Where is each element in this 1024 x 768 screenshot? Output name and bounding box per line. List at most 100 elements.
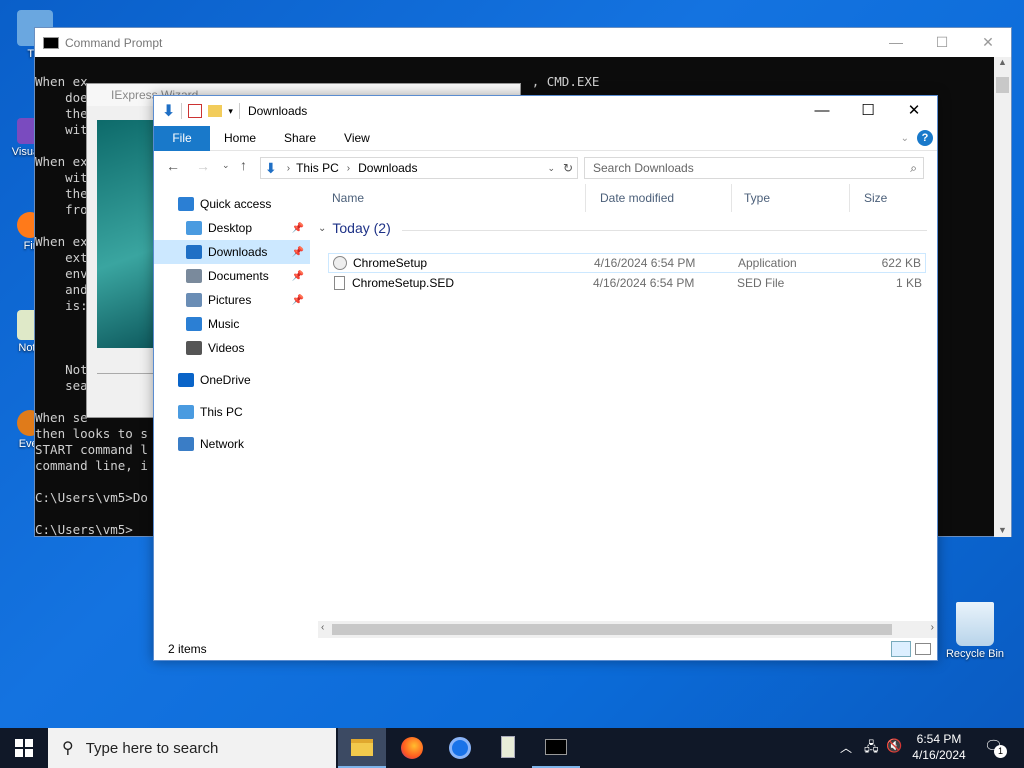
start-button[interactable] xyxy=(0,728,48,768)
cmd-scroll-thumb[interactable] xyxy=(996,77,1009,93)
breadcrumb-chevron-icon[interactable]: › xyxy=(287,163,290,174)
taskbar-search-box[interactable]: ⚲ Type here to search xyxy=(48,728,336,768)
sidebar-item-quick-access[interactable]: Quick access xyxy=(154,192,310,216)
taskbar-search-placeholder: Type here to search xyxy=(85,739,219,757)
explorer-maximize-button[interactable]: ☐ xyxy=(845,96,891,126)
firefox-icon xyxy=(401,737,423,759)
system-tray: ︿ 🖧 🔇 6:54 PM 4/16/2024 🗨 1 xyxy=(836,728,1024,768)
up-icon[interactable]: ↑ xyxy=(240,157,247,173)
sidebar-item-music[interactable]: Music xyxy=(154,312,310,336)
file-size: 1 KB xyxy=(895,276,922,290)
desktop-icon-recycle-bin[interactable]: Recycle Bin xyxy=(941,602,1009,660)
column-header-name[interactable]: Name xyxy=(318,184,586,212)
tab-home[interactable]: Home xyxy=(210,126,270,151)
volume-muted-icon[interactable]: 🔇 xyxy=(886,738,902,754)
cmd-titlebar[interactable]: Command Prompt xyxy=(35,28,1011,57)
pin-icon[interactable]: 📌 xyxy=(292,247,304,258)
file-explorer-window[interactable]: ⬇ ▾ Downloads — ☐ ✕ File Home Share View… xyxy=(153,95,938,661)
explorer-close-button[interactable]: ✕ xyxy=(891,96,937,126)
details-view-icon[interactable] xyxy=(891,641,911,657)
address-dropdown-icon[interactable]: ⌄ xyxy=(547,163,555,174)
sidebar-item-downloads[interactable]: Downloads 📌 xyxy=(154,240,310,264)
scroll-left-icon[interactable]: ‹ xyxy=(321,622,324,633)
address-bar[interactable]: ⬇ › This PC › Downloads ⌄ ↻ xyxy=(260,157,578,179)
action-center-button[interactable]: 🗨 1 xyxy=(982,737,1007,759)
search-icon[interactable]: ⌕ xyxy=(910,158,917,178)
music-icon xyxy=(186,317,202,331)
sidebar-item-label: This PC xyxy=(200,405,243,419)
forward-icon[interactable]: → xyxy=(196,158,210,174)
scroll-right-icon[interactable]: › xyxy=(931,622,934,633)
taskbar-command-prompt[interactable] xyxy=(532,728,580,768)
tab-file[interactable]: File xyxy=(154,125,210,151)
sidebar-item-network[interactable]: Network xyxy=(154,432,310,456)
network-tray-icon[interactable]: 🖧 xyxy=(864,738,879,760)
help-icon[interactable]: ? xyxy=(917,130,933,146)
sidebar-item-videos[interactable]: Videos xyxy=(154,336,310,360)
collapse-group-icon[interactable]: ⌄ xyxy=(318,223,326,234)
properties-icon[interactable] xyxy=(188,104,203,118)
search-icon: ⚲ xyxy=(62,740,74,757)
pictures-icon xyxy=(186,293,202,307)
taskbar-notepad[interactable] xyxy=(484,728,532,768)
sidebar-item-desktop[interactable]: Desktop 📌 xyxy=(154,216,310,240)
onedrive-icon xyxy=(178,373,194,387)
notepad-icon xyxy=(501,736,515,758)
refresh-icon[interactable]: ↻ xyxy=(563,161,573,175)
pin-icon[interactable]: 📌 xyxy=(292,223,304,234)
group-header-today[interactable]: ⌄ Today (2) xyxy=(318,220,391,236)
taskbar-file-explorer[interactable] xyxy=(338,728,386,768)
cmd-maximize-button[interactable]: ☐ xyxy=(919,28,965,57)
taskbar-firefox[interactable] xyxy=(388,728,436,768)
back-icon[interactable]: ← xyxy=(166,158,180,174)
file-list: Name Date modified Type Size ⌄ Today (2)… xyxy=(318,184,937,639)
show-hidden-icons-icon[interactable]: ︿ xyxy=(840,739,852,756)
sidebar-item-this-pc[interactable]: This PC xyxy=(154,400,310,424)
large-icons-view-icon[interactable] xyxy=(915,643,931,655)
pin-icon[interactable]: 📌 xyxy=(292,271,304,282)
downloads-icon xyxy=(186,245,202,259)
taskbar: ⚲ Type here to search ︿ 🖧 🔇 6:54 PM 4/16… xyxy=(0,728,1024,768)
sidebar-item-onedrive[interactable]: OneDrive xyxy=(154,368,310,392)
sidebar-item-label: Downloads xyxy=(208,245,268,259)
column-header-size[interactable]: Size xyxy=(850,184,930,212)
recent-locations-icon[interactable]: ⌄ xyxy=(222,160,230,171)
downloads-arrow-icon: ⬇ xyxy=(162,103,176,120)
divider xyxy=(181,103,183,119)
clock[interactable]: 6:54 PM 4/16/2024 xyxy=(908,731,970,763)
cmd-minimize-button[interactable]: — xyxy=(873,28,919,57)
breadcrumb-downloads[interactable]: Downloads xyxy=(358,161,417,175)
windows-logo-icon xyxy=(15,739,33,757)
breadcrumb-this-pc[interactable]: This PC xyxy=(296,161,339,175)
cmd-close-button[interactable]: ✕ xyxy=(965,28,1011,57)
tab-share[interactable]: Share xyxy=(270,126,330,151)
horizontal-scroll-thumb[interactable] xyxy=(332,624,892,635)
column-header-type[interactable]: Type xyxy=(730,184,850,212)
iexpress-banner-image xyxy=(97,120,157,348)
sidebar-item-label: Pictures xyxy=(208,293,252,307)
search-input[interactable]: Search Downloads ⌕ xyxy=(584,157,924,179)
explorer-minimize-button[interactable]: — xyxy=(799,96,845,126)
tab-view[interactable]: View xyxy=(330,126,384,151)
sidebar-item-documents[interactable]: Documents 📌 xyxy=(154,264,310,288)
scroll-down-icon[interactable]: ▼ xyxy=(994,525,1011,535)
taskbar-chrome[interactable] xyxy=(436,728,484,768)
file-row[interactable]: ChromeSetup 4/16/2024 6:54 PM Applicatio… xyxy=(328,253,926,273)
divider xyxy=(97,373,157,374)
expand-ribbon-icon[interactable]: ⌄ xyxy=(901,133,909,144)
cmd-scrollbar[interactable]: ▲ ▼ xyxy=(994,57,1011,537)
file-type: Application xyxy=(738,256,797,270)
pin-icon[interactable]: 📌 xyxy=(292,295,304,306)
desktop-folder-icon xyxy=(186,221,202,235)
scroll-up-icon[interactable]: ▲ xyxy=(994,57,1011,67)
sidebar-item-pictures[interactable]: Pictures 📌 xyxy=(154,288,310,312)
horizontal-scrollbar[interactable]: ‹ › xyxy=(318,621,937,638)
breadcrumb-chevron-icon[interactable]: › xyxy=(347,163,350,174)
customize-qat-icon[interactable]: ▾ xyxy=(228,106,233,117)
file-row[interactable]: ChromeSetup.SED 4/16/2024 6:54 PM SED Fi… xyxy=(328,274,926,294)
column-header-date-modified[interactable]: Date modified xyxy=(586,184,732,212)
new-folder-icon[interactable] xyxy=(208,105,223,117)
recycle-bin-icon xyxy=(956,602,994,646)
clock-time: 6:54 PM xyxy=(916,732,962,746)
sidebar-item-label: Videos xyxy=(208,341,245,355)
